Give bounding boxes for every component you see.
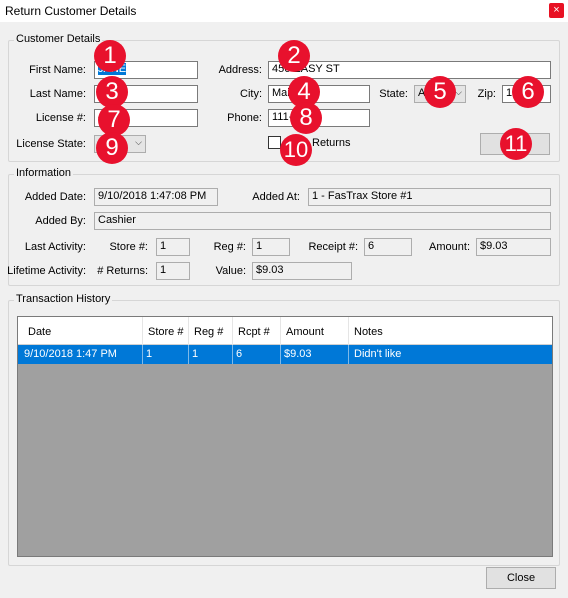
added-at-label: Added At: [252, 191, 300, 203]
chevron-down-icon: ⌵ [455, 87, 462, 97]
value-value: $9.03 [256, 264, 284, 276]
first-name-label: First Name: [29, 64, 86, 76]
returns-count-field: 1 [156, 262, 190, 280]
table-row[interactable]: 9/10/2018 1:47 PM 1 1 6 $9.03 Didn't lik… [18, 345, 552, 364]
store-field: 1 [156, 238, 190, 256]
window-title: Return Customer Details [5, 4, 137, 18]
receipt-value: 6 [368, 240, 375, 252]
amount-value: $9.03 [480, 240, 508, 252]
receipt-label: Receipt #: [308, 241, 358, 253]
callout-badge-10: 10 [280, 134, 312, 166]
value-label: Value: [215, 265, 246, 277]
amount-label: Amount: [429, 241, 470, 253]
column-header-notes[interactable]: Notes [354, 326, 383, 338]
cell-amount: $9.03 [284, 348, 312, 360]
callout-badge-1: 1 [94, 40, 126, 72]
column-header-rcpt[interactable]: Rcpt # [238, 326, 270, 338]
close-button[interactable]: Close [486, 567, 556, 589]
city-label: City: [240, 88, 262, 100]
group-label: Information [14, 167, 74, 179]
cell-rcpt: 6 [236, 348, 243, 360]
reg-label: Reg #: [213, 241, 246, 253]
added-at-field: 1 - FasTrax Store #1 [308, 188, 551, 206]
column-header-store[interactable]: Store # [148, 326, 183, 338]
group-label: Customer Details [14, 33, 103, 45]
cell-date: 9/10/2018 1:47 PM [24, 348, 117, 360]
license-label: License #: [35, 112, 86, 124]
callout-badge-2: 2 [278, 40, 310, 72]
lifetime-activity-label: Lifetime Activity: [7, 265, 86, 277]
callout-badge-8: 8 [290, 102, 322, 134]
cell-store: 1 [146, 348, 153, 360]
added-at-value: 1 - FasTrax Store #1 [312, 190, 413, 202]
reg-field: 1 [252, 238, 290, 256]
title-bar: Return Customer Details × [0, 0, 568, 22]
reg-value: 1 [256, 240, 263, 252]
state-label: State: [379, 88, 408, 100]
amount-field: $9.03 [476, 238, 551, 256]
store-label: Store #: [109, 241, 148, 253]
added-date-label: Added Date: [24, 191, 86, 203]
last-name-label: Last Name: [29, 88, 86, 100]
block-returns-checkbox[interactable] [268, 136, 281, 149]
license-state-label: License State: [16, 138, 86, 150]
column-header-reg[interactable]: Reg # [194, 326, 223, 338]
cell-notes: Didn't like [354, 348, 402, 360]
value-field: $9.03 [252, 262, 352, 280]
receipt-field: 6 [364, 238, 412, 256]
block-returns-label: Returns [312, 137, 351, 149]
callout-badge-5: 5 [424, 76, 456, 108]
returns-count-value: 1 [160, 264, 167, 276]
group-label: Transaction History [14, 293, 113, 305]
store-value: 1 [160, 240, 167, 252]
last-activity-label: Last Activity: [24, 241, 86, 253]
grid-header: Date Store # Reg # Rcpt # Amount Notes [18, 317, 552, 345]
callout-badge-11: 11 [500, 128, 532, 160]
transaction-grid[interactable]: Date Store # Reg # Rcpt # Amount Notes 9… [17, 316, 553, 557]
added-by-value: Cashier [98, 214, 136, 226]
cell-reg: 1 [192, 348, 199, 360]
close-window-button[interactable]: × [549, 3, 564, 18]
address-label: Address: [218, 64, 262, 76]
column-header-date[interactable]: Date [28, 326, 51, 338]
chevron-down-icon: ⌵ [135, 137, 142, 147]
added-by-field: Cashier [94, 212, 551, 230]
added-by-label: Added By: [35, 215, 86, 227]
column-header-amount[interactable]: Amount [286, 326, 324, 338]
phone-label: Phone: [227, 112, 262, 124]
zip-label: Zip: [477, 88, 496, 100]
added-date-value: 9/10/2018 1:47:08 PM [98, 190, 207, 202]
added-date-field: 9/10/2018 1:47:08 PM [94, 188, 218, 206]
callout-badge-9: 9 [96, 132, 128, 164]
returns-count-label: # Returns: [97, 265, 148, 277]
address-field[interactable]: 456 EASY ST [268, 61, 551, 79]
callout-badge-6: 6 [512, 76, 544, 108]
